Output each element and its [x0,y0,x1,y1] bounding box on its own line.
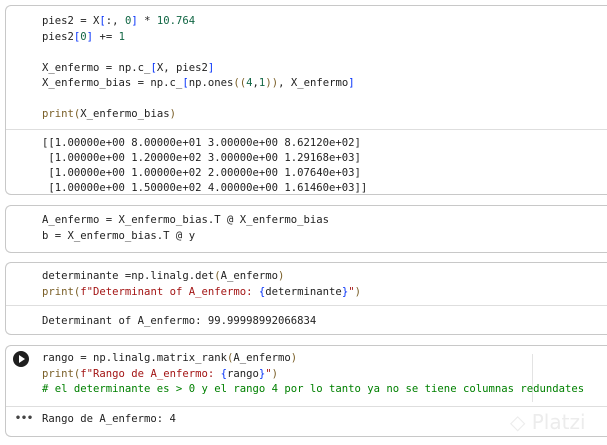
code-line[interactable]: X_enfermo_bias = np.c_[np.ones((4,1)), X… [42,76,355,91]
code-line[interactable]: print(X_enfermo_bias) [42,107,176,122]
output-menu-icon[interactable]: ••• [15,413,33,424]
code-token: ) [354,285,361,298]
output-line: [1.00000e+00 1.20000e+02 3.00000e+00 1.2… [42,152,361,164]
platzi-watermark: ◇ Platzi [510,410,586,434]
code-token: X_enfermo_bias = np.c_ [42,77,183,89]
code-token: ) [290,352,298,364]
code-token: A_enfermo [233,352,291,364]
output-separator [6,129,607,130]
output-separator [6,305,607,306]
code-token: print [42,367,74,380]
code-token: f"Rango de A_enfermo: [80,367,221,380]
output-separator [6,406,607,407]
code-token: ] [207,61,215,74]
code-token: rango = np.linalg.matrix_rank [42,352,227,364]
code-cell-1[interactable]: pies2 = X[:, 0] * 10.764 pies2[0] += 1 X_e… [5,5,607,195]
output-line: Rango de A_enfermo: 4 [42,413,176,425]
code-line[interactable]: pies2 = X[:, 0] * 10.764 [42,14,195,29]
code-token: X_enfermo_bias [80,108,170,120]
code-token: ] [348,77,355,89]
code-line[interactable]: # el determinante es > 0 y el rango 4 po… [42,382,584,397]
code-line[interactable]: determinante =np.linalg.det(A_enfermo) [42,269,284,284]
code-line[interactable]: print(f"Determinant of A_enfermo: {deter… [42,285,361,300]
code-token: (( [233,77,247,89]
code-token: 10.764 [156,15,196,27]
code-token: * [137,15,157,27]
code-token: np.ones [188,77,234,89]
code-token: pies2 = X [42,15,100,27]
code-token: print [42,108,74,120]
code-token: A_enfermo [220,270,279,282]
code-line[interactable]: A_enfermo = X_enfermo_bias.T @ X_enfermo… [42,213,329,228]
code-token: determinante =np.linalg.det [42,270,215,282]
code-token: print [42,285,74,298]
code-token: X, pies2 [156,61,208,74]
watermark-text: Platzi [531,410,586,434]
code-token: += [93,30,119,43]
code-token: )) [265,77,279,89]
code-token: rango [227,367,259,380]
code-line[interactable]: rango = np.linalg.matrix_rank(A_enfermo) [42,351,297,366]
code-token: :, [105,15,125,27]
code-token: f"Determinant of A_enfermo: [80,285,259,298]
run-cell-button[interactable] [13,351,29,367]
code-token: X_enfermo = np.c_ [42,61,151,74]
code-token: # el determinante es > 0 y el rango 4 po… [42,383,585,395]
code-line[interactable]: X_enfermo = np.c_[X, pies2] [42,61,214,76]
code-token: 1 [118,30,125,43]
code-cell-2[interactable]: A_enfermo = X_enfermo_bias.T @ X_enfermo… [5,205,607,253]
code-token: determinante [265,285,342,298]
output-line: [1.00000e+00 1.50000e+02 4.00000e+00 1.6… [42,182,368,194]
output-line: [[1.00000e+00 8.00000e+01 3.00000e+00 8.… [42,137,361,149]
code-token: ) [271,367,279,380]
code-token: A_enfermo = X_enfermo_bias.T @ X_enfermo… [42,214,330,226]
code-line[interactable]: b = X_enfermo_bias.T @ y [42,229,195,244]
code-token: ) [278,270,285,282]
code-token: ) [169,108,176,120]
code-line[interactable]: print(f"Rango de A_enfermo: {rango}") [42,367,278,382]
code-line[interactable]: pies2[0] += 1 [42,30,125,45]
code-token: pies2 [42,30,74,43]
code-token: , X_enfermo [278,77,349,89]
output-line: [1.00000e+00 1.00000e+02 2.00000e+00 1.0… [42,167,361,179]
code-token: b = X_enfermo_bias.T @ y [42,229,196,242]
output-line: Determinant of A_enfermo: 99.99998992066… [42,315,317,327]
code-cell-3[interactable]: determinante =np.linalg.det(A_enfermo) pr… [5,262,607,335]
